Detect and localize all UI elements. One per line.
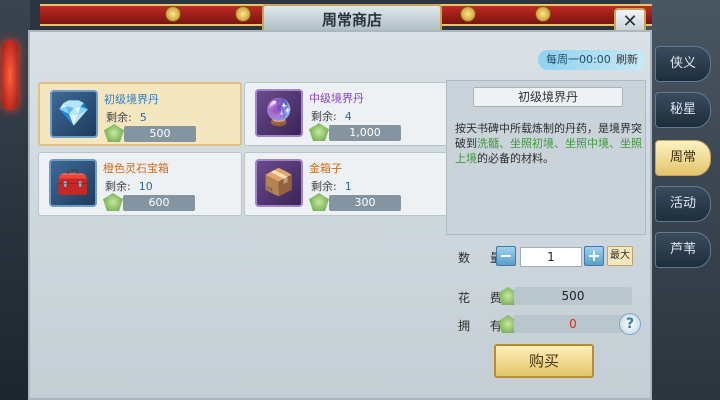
item-price: 1,000 — [329, 125, 401, 141]
item-price: 500 — [124, 126, 196, 142]
remaining-label: 剩余: — [311, 110, 337, 123]
gem-currency-icon — [309, 193, 329, 211]
detail-desc-text: 的必备的材料。 — [477, 152, 554, 165]
item-name: 金箱子 — [309, 162, 342, 175]
item-name: 橙色灵石宝箱 — [103, 162, 169, 175]
cost-value: 500 — [514, 287, 632, 305]
coin-decoration — [460, 6, 476, 22]
gem-currency-icon — [309, 123, 329, 141]
remaining-label: 剩余: — [105, 180, 131, 193]
item-remaining: 剩余: 5 — [106, 109, 147, 125]
item-remaining: 剩余: 10 — [105, 178, 153, 194]
refresh-time-text: 每周一00:00 — [546, 53, 611, 66]
purple-pill-icon: 🔮 — [255, 89, 303, 137]
item-remaining: 剩余: 1 — [311, 178, 352, 194]
coin-decoration — [235, 6, 251, 22]
tab-weekly[interactable]: 周常 — [655, 140, 711, 176]
red-chest-icon: 🧰 — [49, 159, 97, 207]
remaining-count: 4 — [344, 110, 352, 123]
shop-item-card[interactable]: 📦 金箱子 剩余: 1 300 — [244, 152, 448, 216]
shop-item-card[interactable]: 🧰 橙色灵石宝箱 剩余: 10 600 — [38, 152, 242, 216]
item-price: 300 — [329, 195, 401, 211]
detail-description: 按天书碑中所载炼制的丹药，是境界突破到洗髓、坐照初境、坐照中境、坐照上境的必备的… — [455, 121, 643, 166]
max-quantity-button[interactable]: 最大 — [607, 246, 633, 266]
gem-currency-icon — [104, 124, 124, 142]
item-name: 中级境界丹 — [309, 92, 364, 105]
refresh-label: 刷新 — [616, 53, 638, 66]
gem-currency-icon — [103, 193, 123, 211]
remaining-count: 5 — [139, 111, 147, 124]
item-remaining: 剩余: 4 — [311, 108, 352, 124]
tab-xiayi[interactable]: 侠义 — [655, 46, 711, 82]
coin-decoration — [165, 6, 181, 22]
gold-chest-icon: 📦 — [255, 159, 303, 207]
tab-activity[interactable]: 活动 — [655, 186, 711, 222]
increase-quantity-button[interactable]: + — [584, 246, 604, 266]
item-name: 初级境界丹 — [104, 93, 159, 106]
close-icon: ✕ — [622, 10, 638, 32]
pink-pill-icon: 💎 — [50, 90, 98, 138]
coin-decoration — [535, 6, 551, 22]
detail-title: 初级境界丹 — [473, 87, 623, 107]
help-button[interactable]: ? — [619, 313, 641, 335]
item-detail-pane: 初级境界丹 按天书碑中所载炼制的丹药，是境界突破到洗髓、坐照初境、坐照中境、坐照… — [446, 80, 646, 235]
lantern-decoration — [2, 40, 18, 110]
quantity-input[interactable]: 1 — [520, 247, 582, 267]
decrease-quantity-button[interactable]: − — [496, 246, 516, 266]
remaining-count: 1 — [344, 180, 352, 193]
remaining-label: 剩余: — [311, 180, 337, 193]
shop-item-card[interactable]: 💎 初级境界丹 剩余: 5 500 — [38, 82, 242, 146]
item-price: 600 — [123, 195, 195, 211]
tab-mixing[interactable]: 秘星 — [655, 92, 711, 128]
buy-button[interactable]: 购买 — [494, 344, 594, 378]
remaining-count: 10 — [138, 180, 153, 193]
tab-reed[interactable]: 芦苇 — [655, 232, 711, 268]
remaining-label: 剩余: — [106, 111, 132, 124]
shop-item-card[interactable]: 🔮 中级境界丹 剩余: 4 1,000 — [244, 82, 448, 146]
window-title-text: 周常商店 — [321, 10, 382, 29]
owned-value: 0 — [514, 315, 632, 333]
